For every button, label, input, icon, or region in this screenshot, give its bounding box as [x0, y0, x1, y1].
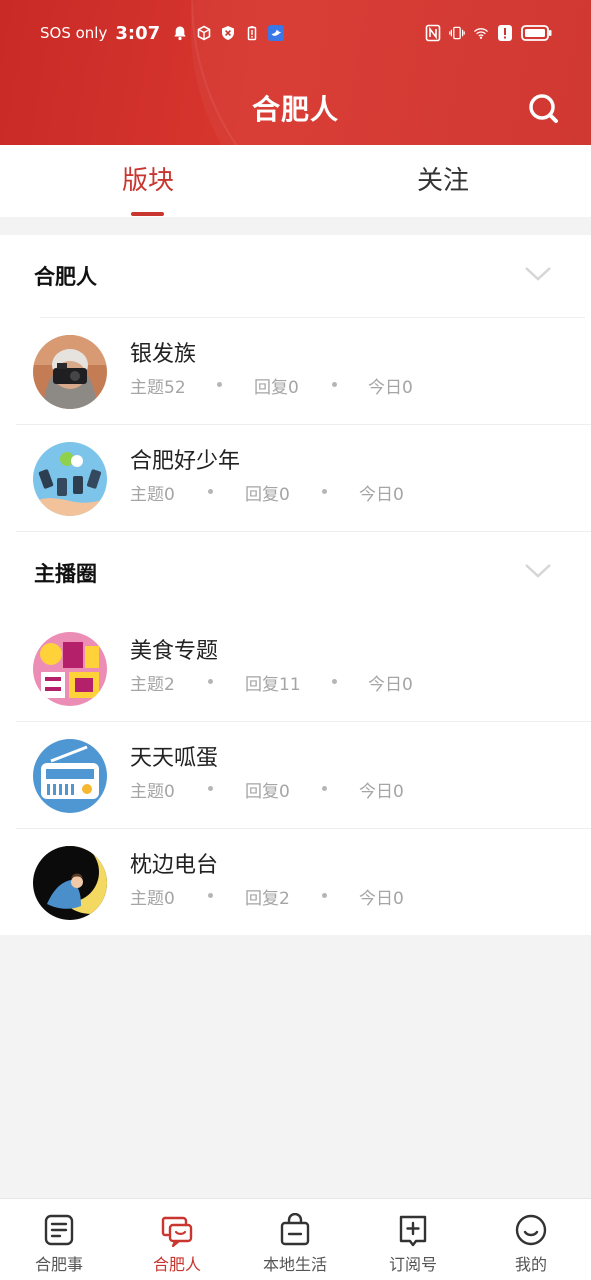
tab-forum[interactable]: 版块	[48, 145, 248, 217]
chevron-down-icon[interactable]	[524, 265, 552, 283]
reply-count: 回复0	[254, 378, 299, 398]
bottom-nav: 合肥事 合肥人 本地生活 订阅号 我的	[0, 1198, 591, 1280]
separator-dot	[208, 679, 213, 684]
page-title: 合肥人	[251, 93, 339, 126]
separator-dot	[322, 786, 327, 791]
cube-icon	[196, 25, 212, 41]
vibrate-icon	[449, 25, 465, 41]
forum-item[interactable]: 枕边电台 主题0 回复2 今日0	[0, 829, 591, 936]
separator-dot	[332, 382, 337, 387]
shopping-bag-icon	[280, 1213, 310, 1246]
topic-count: 主题0	[130, 782, 175, 802]
nav-label: 订阅号	[388, 1255, 437, 1274]
shield-icon	[220, 25, 236, 41]
topic-count: 主题52	[130, 378, 186, 398]
forum-avatar	[33, 442, 107, 516]
active-tab-indicator	[131, 212, 164, 216]
forum-name: 天天呱蛋	[130, 746, 219, 771]
group-header-anchors[interactable]: 主播圈	[0, 532, 591, 614]
topic-count: 主题0	[130, 889, 175, 909]
reply-count: 回复2	[245, 889, 290, 909]
forum-item[interactable]: 合肥好少年 主题0 回复0 今日0	[0, 425, 591, 532]
bell-icon	[172, 25, 188, 41]
tab-bar: 版块 关注	[0, 145, 591, 217]
group-title: 主播圈	[34, 562, 97, 586]
group-title: 合肥人	[34, 265, 97, 289]
search-icon	[529, 94, 558, 123]
forum-avatar	[33, 739, 107, 813]
forum-avatar	[33, 632, 107, 706]
chat-icon	[161, 1216, 193, 1247]
alert-icon	[497, 25, 513, 41]
nfc-icon	[425, 24, 441, 42]
forum-item[interactable]: 美食专题 主题2 回复11 今日0	[0, 615, 591, 722]
separator-dot	[208, 786, 213, 791]
search-button[interactable]	[527, 92, 561, 126]
carrier-text: SOS only	[40, 24, 108, 42]
nav-item-hefeishi[interactable]: 合肥事	[0, 1199, 118, 1280]
reply-count: 回复0	[245, 782, 290, 802]
topic-count: 主题0	[130, 485, 175, 505]
forum-name: 美食专题	[130, 639, 219, 664]
forum-avatar	[33, 335, 107, 409]
tab-follow[interactable]: 关注	[343, 145, 543, 217]
app-header: SOS only 3:07 合肥人	[0, 0, 591, 145]
status-bar: SOS only 3:07	[0, 18, 591, 48]
forum-name: 银发族	[130, 342, 197, 367]
separator-dot	[322, 489, 327, 494]
separator-dot	[208, 489, 213, 494]
today-count: 今日0	[359, 782, 404, 802]
forum-list: 合肥人 银发族 主题52 回复0 今日0 合肥好少年 主题0 回复0 今日0 主…	[0, 235, 591, 935]
separator-dot	[322, 893, 327, 898]
battery-alert-icon	[244, 25, 260, 41]
nav-label: 合肥事	[34, 1255, 83, 1274]
forum-item[interactable]: 银发族 主题52 回复0 今日0	[0, 318, 591, 425]
nav-label: 合肥人	[152, 1255, 201, 1274]
news-icon	[44, 1214, 74, 1246]
reply-count: 回复0	[245, 485, 290, 505]
battery-icon	[521, 25, 553, 41]
smile-icon	[515, 1214, 547, 1246]
group-header-hefeiren[interactable]: 合肥人	[0, 235, 591, 317]
chevron-down-icon[interactable]	[524, 562, 552, 580]
forum-item[interactable]: 天天呱蛋 主题0 回复0 今日0	[0, 722, 591, 829]
today-count: 今日0	[368, 675, 413, 695]
clock: 3:07	[115, 22, 161, 44]
separator-dot	[217, 382, 222, 387]
nav-label: 本地生活	[262, 1255, 327, 1274]
separator-dot	[208, 893, 213, 898]
nav-item-subscriptions[interactable]: 订阅号	[354, 1199, 472, 1280]
nav-item-local-life[interactable]: 本地生活	[236, 1199, 354, 1280]
nav-item-hefeiren[interactable]: 合肥人	[118, 1199, 236, 1280]
today-count: 今日0	[359, 485, 404, 505]
today-count: 今日0	[359, 889, 404, 909]
subscribe-icon	[399, 1215, 427, 1247]
reply-count: 回复11	[245, 675, 301, 695]
forum-name: 合肥好少年	[130, 449, 241, 474]
topic-count: 主题2	[130, 675, 175, 695]
nav-item-me[interactable]: 我的	[472, 1199, 590, 1280]
wifi-icon	[473, 25, 489, 41]
separator-dot	[332, 679, 337, 684]
forum-name: 枕边电台	[130, 853, 219, 878]
nav-label: 我的	[514, 1255, 547, 1274]
bird-app-icon	[268, 25, 285, 41]
forum-avatar	[33, 846, 107, 920]
today-count: 今日0	[368, 378, 413, 398]
